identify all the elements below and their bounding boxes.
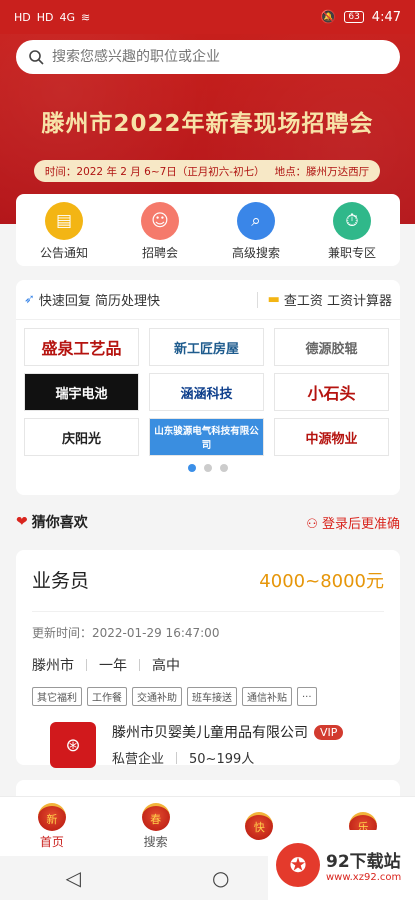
quick-menu: ▤ 公告通知 ☺ 招聘会 ⌕ 高级搜索 ⏱ 兼职专区 (16, 194, 400, 266)
login-hint-text: 登录后更准确 (321, 516, 400, 532)
carousel-dot[interactable] (220, 464, 228, 472)
quick-reply-tip[interactable]: 快速回复 简历处理快 (39, 290, 160, 309)
tab-label: 首页 (39, 835, 64, 849)
carousel-dot[interactable] (188, 464, 196, 472)
login-hint-link[interactable]: ⚇ 登录后更准确 (306, 513, 400, 532)
divider (86, 659, 87, 671)
carrier2: HD (36, 10, 54, 24)
company-logo[interactable]: 瑞宇电池 (24, 373, 139, 411)
user-add-icon: ⚇ (306, 516, 322, 532)
quick-item-part-time[interactable]: ⏱ 兼职专区 (312, 202, 392, 266)
banner-subtitle: 时间：2022 年 2 月 6~7日（正月初六-初七） 地点：滕州万达西厅 (34, 160, 380, 182)
job-updated: 更新时间：2022-01-29 16:47:00 (32, 626, 220, 640)
watermark-url: www.xz92.com (326, 872, 402, 883)
carousel-dots (16, 464, 400, 472)
lantern-icon: 春 (141, 803, 170, 831)
battery-level: 63 (344, 11, 364, 23)
company-logo[interactable]: 涵涵科技 (149, 373, 264, 411)
benefit-tag: ... (297, 687, 317, 706)
benefit-tag: 通信补贴 (242, 687, 292, 706)
banner-place: 地点：滕州万达西厅 (274, 165, 370, 178)
tips-row: ➶ 快速回复 简历处理快 ▬ 查工资 工资计算器 (16, 280, 400, 320)
company-logo[interactable]: 庆阳光 (24, 418, 139, 456)
company-name: 滕州市贝婴美儿童用品有限公司 (112, 725, 308, 741)
job-salary: 4000~8000元 (259, 570, 384, 592)
guess-title: 猜你喜欢 (31, 515, 88, 531)
bell-mute-icon: 🔕 (320, 9, 337, 25)
tab-label: 搜索 (143, 835, 168, 849)
job-city: 滕州市 (32, 658, 74, 674)
divider (139, 659, 140, 671)
benefit-tags: 其它福利 工作餐 交通补助 班车接送 通信补贴 ... (32, 687, 384, 706)
tab-home[interactable]: 新 首页 (37, 803, 66, 850)
divider (256, 291, 258, 308)
notice-icon: ▤ (45, 202, 83, 240)
carousel-dot[interactable] (204, 464, 212, 472)
company-type: 私营企业 (112, 752, 165, 767)
guess-header: ❤ 猜你喜欢 ⚇ 登录后更准确 (16, 510, 400, 534)
divider (32, 611, 384, 612)
carrier1: HD (14, 10, 31, 24)
company-avatar: ⊛ (50, 722, 96, 768)
advanced-search-icon: ⌕ (237, 202, 275, 240)
part-time-icon: ⏱ (333, 202, 371, 240)
benefit-tag: 工作餐 (87, 687, 127, 706)
company-logo[interactable]: 新工匠房屋 (149, 328, 264, 366)
vip-badge: VIP (314, 724, 344, 740)
job-meta: 滕州市 一年 高中 (32, 655, 384, 675)
company-info[interactable]: ⊛ 滕州市贝婴美儿童用品有限公司 VIP 私营企业 50~199人 (32, 722, 384, 768)
rocket-icon: ➶ (24, 292, 35, 307)
heart-icon: ❤ (16, 514, 28, 530)
quick-item-job-fair[interactable]: ☺ 招聘会 (120, 202, 200, 266)
job-card[interactable]: 业务员 4000~8000元 更新时间：2022-01-29 16:47:00 … (16, 550, 400, 768)
job-title: 业务员 (32, 570, 90, 592)
status-bar: HD HD 4G ≋ 🔕 63 4:47 (0, 0, 415, 34)
quick-label: 高级搜索 (231, 246, 280, 260)
company-logo[interactable]: 德源胶辊 (274, 328, 389, 366)
job-education: 高中 (152, 658, 180, 674)
signal-label: 4G (59, 10, 76, 24)
company-logo[interactable]: 山东骏源电气科技有限公司 (149, 418, 264, 456)
wallet-icon: ▬ (267, 292, 280, 307)
tab-search[interactable]: 春 搜索 (141, 803, 170, 850)
job-fair-icon: ☺ (141, 202, 179, 240)
salary-calc-link[interactable]: 查工资 工资计算器 (284, 290, 392, 309)
job-experience: 一年 (99, 658, 127, 674)
banner-title: 滕州市2022年新春现场招聘会 (41, 111, 374, 137)
benefit-tag: 其它福利 (32, 687, 82, 706)
company-logo[interactable]: 小石头 (274, 373, 389, 411)
watermark-name: 92下载站 (326, 852, 401, 872)
back-icon[interactable]: ◁ (66, 866, 81, 890)
search-icon (29, 50, 44, 65)
company-logo[interactable]: 盛泉工艺品 (24, 328, 139, 366)
benefit-tag: 交通补助 (132, 687, 182, 706)
company-logo[interactable]: 中源物业 (274, 418, 389, 456)
quick-label: 兼职专区 (327, 246, 376, 260)
search-input[interactable] (52, 49, 372, 65)
divider (176, 751, 178, 764)
wifi-icon: ≋ (81, 10, 91, 24)
quick-label: 招聘会 (141, 246, 178, 260)
search-bar[interactable] (16, 40, 400, 74)
banner-time: 时间：2022 年 2 月 6~7日（正月初六-初七） (44, 165, 265, 178)
quick-label: 公告通知 (39, 246, 88, 260)
lantern-icon: 新 (37, 803, 66, 831)
watermark: ✪ 92下载站 www.xz92.com (268, 830, 415, 900)
quick-item-advanced-search[interactable]: ⌕ 高级搜索 (216, 202, 296, 266)
home-icon[interactable]: ○ (212, 866, 229, 890)
partner-card: ➶ 快速回复 简历处理快 ▬ 查工资 工资计算器 盛泉工艺品 新工匠房屋 德源胶… (16, 280, 400, 495)
clock: 4:47 (371, 9, 401, 25)
watermark-logo-icon: ✪ (276, 843, 320, 887)
company-size: 50~199人 (189, 752, 255, 767)
quick-item-notice[interactable]: ▤ 公告通知 (24, 202, 104, 266)
company-logo-grid: 盛泉工艺品 新工匠房屋 德源胶辊 瑞宇电池 涵涵科技 小石头 庆阳光 山东骏源电… (16, 320, 400, 456)
benefit-tag: 班车接送 (187, 687, 237, 706)
